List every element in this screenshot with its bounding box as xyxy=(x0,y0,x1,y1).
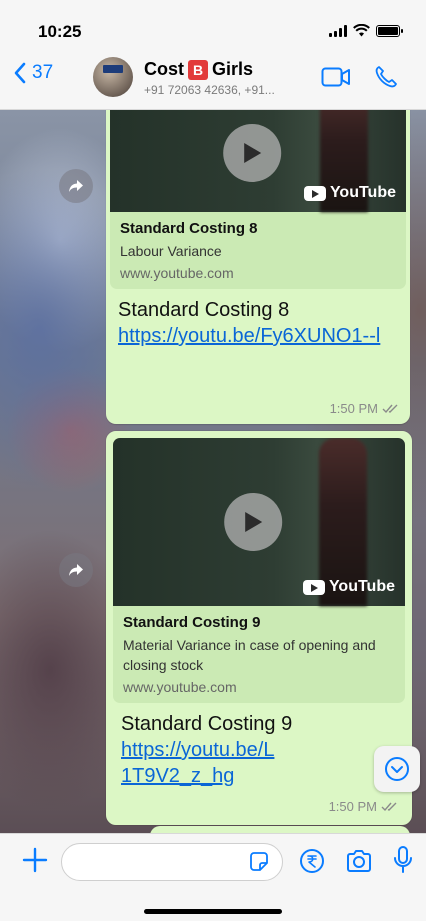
message-time: 1:50 PM xyxy=(328,799,377,814)
video-thumbnail[interactable]: YouTube xyxy=(113,438,405,606)
message-bubble[interactable]: YouTube Standard Costing 9 Material Vari… xyxy=(106,431,412,825)
voice-call-button[interactable] xyxy=(374,65,398,94)
chat-title-main: Cost xyxy=(144,59,184,79)
preview-description: Material Variance in case of opening and… xyxy=(123,637,376,673)
composer-bar xyxy=(0,833,426,921)
phone-icon xyxy=(375,66,397,88)
youtube-logo: YouTube xyxy=(302,578,395,596)
message-link[interactable]: https://youtu.be/L1T9V2_z_hg xyxy=(113,737,293,789)
camera-button[interactable] xyxy=(345,849,373,878)
message-link[interactable]: https://youtu.be/Fy6XUNO1--l xyxy=(110,323,406,349)
home-indicator xyxy=(144,909,282,914)
back-count: 37 xyxy=(32,62,54,83)
status-icons xyxy=(329,24,403,37)
preview-domain: www.youtube.com xyxy=(123,679,237,695)
chevron-down-circle-icon xyxy=(385,757,409,781)
link-preview[interactable]: YouTube Standard Costing 9 Material Vari… xyxy=(113,438,405,703)
camera-icon xyxy=(347,850,371,872)
preview-domain: www.youtube.com xyxy=(120,265,234,281)
message-meta: 1:50 PM xyxy=(329,799,399,814)
share-arrow-icon xyxy=(69,564,83,576)
chat-title-rest: Girls xyxy=(212,59,254,79)
sticker-button[interactable] xyxy=(248,851,270,878)
signal-icon xyxy=(329,24,347,37)
youtube-brand: YouTube xyxy=(329,184,396,201)
link-preview[interactable]: YouTube Standard Costing 8 Labour Varian… xyxy=(110,110,406,289)
message-meta: 1:50 PM xyxy=(330,401,400,416)
video-camera-icon xyxy=(321,67,350,87)
rupee-icon xyxy=(300,849,324,873)
scroll-to-bottom-button[interactable] xyxy=(374,746,420,792)
voice-message-button[interactable] xyxy=(393,845,413,880)
preview-title: Standard Costing 8 xyxy=(120,220,258,237)
preview-description: Labour Variance xyxy=(120,243,222,259)
sticker-icon xyxy=(250,852,268,871)
plus-icon xyxy=(22,847,48,873)
message-bubble[interactable]: YouTube Standard Costing 8 Labour Varian… xyxy=(106,110,410,424)
video-thumbnail[interactable]: YouTube xyxy=(110,110,406,212)
youtube-brand: YouTube xyxy=(328,578,395,595)
play-icon[interactable] xyxy=(223,124,282,182)
chat-title[interactable]: Cost B Girls xyxy=(144,59,253,80)
battery-icon xyxy=(376,24,403,37)
message-text: Standard Costing 8 xyxy=(118,299,290,321)
attach-button[interactable] xyxy=(22,847,48,878)
top-bar: 10:25 37 Cost B Girls +91 72063 42636, +… xyxy=(0,0,426,110)
b-badge: B xyxy=(188,59,208,80)
microphone-icon xyxy=(394,846,412,873)
wifi-icon xyxy=(353,24,370,37)
payment-button[interactable] xyxy=(299,848,325,879)
chat-area[interactable]: YouTube Standard Costing 8 Labour Varian… xyxy=(0,110,426,833)
share-arrow-icon xyxy=(69,180,83,192)
back-button[interactable]: 37 xyxy=(14,62,53,84)
message-time: 1:50 PM xyxy=(329,401,378,416)
forward-button[interactable] xyxy=(59,169,93,203)
double-check-icon xyxy=(382,404,398,413)
play-icon[interactable] xyxy=(224,493,283,551)
preview-title: Standard Costing 9 xyxy=(123,614,261,631)
forward-button[interactable] xyxy=(59,553,93,587)
status-time: 10:25 xyxy=(38,22,82,41)
message-text: Standard Costing 9 xyxy=(121,713,293,735)
chat-participants[interactable]: +91 72063 42636, +91... xyxy=(144,83,275,97)
chevron-left-icon xyxy=(14,62,26,84)
group-avatar[interactable] xyxy=(93,57,133,97)
youtube-logo: YouTube xyxy=(303,184,396,202)
double-check-icon xyxy=(381,802,397,811)
video-call-button[interactable] xyxy=(321,66,351,93)
message-bubble[interactable] xyxy=(150,826,410,833)
